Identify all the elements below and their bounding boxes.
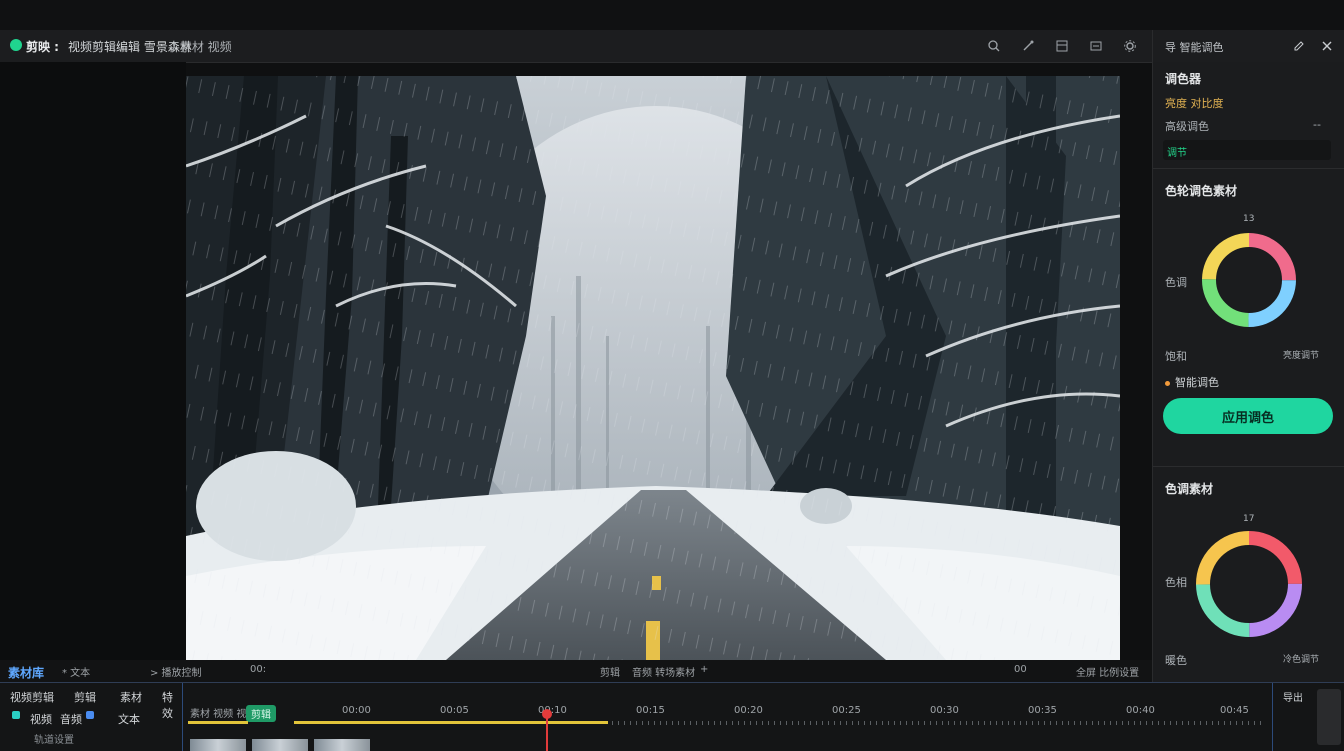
divider xyxy=(1153,168,1344,169)
play-control[interactable]: > 播放控制 xyxy=(150,664,202,679)
wheel2-right-label: 冷色调节 xyxy=(1283,655,1320,665)
clip-thumbnail[interactable] xyxy=(190,739,246,751)
clip-thumbnail[interactable] xyxy=(314,739,370,751)
video-preview[interactable] xyxy=(186,76,1120,660)
tab-video-edit[interactable]: 视频剪辑 xyxy=(10,689,54,705)
adjust-slider[interactable]: 调节 xyxy=(1163,140,1331,160)
wand-icon[interactable] xyxy=(1020,38,1036,54)
ruler-label: 00:20 xyxy=(734,705,763,716)
video-track-icon xyxy=(12,711,20,719)
player-controls: 素材库 * 文本 > 播放控制 00: 剪辑 音频 转场素材 + 00 全屏 比… xyxy=(0,660,1152,682)
app-logo-icon xyxy=(10,39,22,51)
color-wheel-2[interactable] xyxy=(1191,526,1307,642)
timeline-scrollbar[interactable] xyxy=(1317,689,1341,745)
add-control[interactable]: + xyxy=(700,664,708,675)
export-label[interactable]: 导出 xyxy=(1283,689,1303,704)
timeline-right-panel: 导出 xyxy=(1272,683,1344,751)
ruler-label: 00:45 xyxy=(1220,705,1249,716)
export-icon[interactable] xyxy=(1088,38,1104,54)
clip-small-label: 素材 视频 视 xyxy=(190,709,247,720)
tab-material[interactable]: 素材 xyxy=(120,689,142,705)
advanced-value[interactable]: -- xyxy=(1313,118,1321,131)
divider xyxy=(1153,466,1344,467)
tab-edit[interactable]: 剪辑 xyxy=(74,689,96,705)
edit-icon[interactable] xyxy=(1291,38,1307,54)
preview-scene xyxy=(186,76,1120,660)
advanced-label: 高级调色 xyxy=(1165,120,1209,133)
wheel1-bottom-label: 饱和 xyxy=(1165,350,1187,363)
ruler-ticks xyxy=(612,721,1262,725)
right-panel-header-title: 导 智能调色 xyxy=(1165,41,1224,54)
layout-icon[interactable] xyxy=(1054,38,1070,54)
right-panel-header: 导 智能调色 xyxy=(1152,30,1344,62)
ruler-label: 00:40 xyxy=(1126,705,1155,716)
ruler-label: 00:35 xyxy=(1028,705,1057,716)
track-audio[interactable]: 音频 xyxy=(60,711,82,727)
library-title[interactable]: 素材库 xyxy=(8,664,44,681)
ruler-label: 00:00 xyxy=(342,705,371,716)
slider-value: 调节 xyxy=(1167,148,1187,159)
audio-transition-tab[interactable]: 音频 转场素材 xyxy=(632,664,695,679)
clip-bar[interactable] xyxy=(188,721,248,724)
selected-range-bar[interactable] xyxy=(294,721,608,724)
apply-button[interactable]: 应用调色 xyxy=(1163,398,1333,434)
playhead[interactable] xyxy=(542,709,552,751)
app-name: 剪映 : xyxy=(26,40,59,54)
timeline-ruler[interactable]: 素材 视频 视 剪辑 00:00 00:05 00:10 00:15 00:20… xyxy=(184,683,1270,751)
title-bar: 剪映 : 视频剪辑编辑 雪景森林 / 素材 视频 xyxy=(0,30,1344,63)
timeline: 视频剪辑 剪辑 素材 特效 视频 音频 文本 轨道设置 素材 视频 视 剪辑 0… xyxy=(0,682,1344,751)
close-icon[interactable] xyxy=(1319,38,1335,54)
wheel1-right-label: 亮度调节 xyxy=(1283,351,1320,361)
hint-text: 智能调色 xyxy=(1175,376,1219,389)
section-title-tone: 色调素材 xyxy=(1165,482,1214,496)
section-title-adjust: 调色器 xyxy=(1165,72,1202,86)
track-text[interactable]: 文本 xyxy=(118,711,140,727)
color-wheel-1[interactable] xyxy=(1197,228,1301,332)
window-top-strip xyxy=(0,0,1344,30)
track-video[interactable]: 视频 xyxy=(30,711,52,727)
search-icon[interactable] xyxy=(986,38,1002,54)
track-settings[interactable]: 轨道设置 xyxy=(34,731,74,746)
fullscreen-ratio[interactable]: 全屏 比例设置 xyxy=(1076,664,1139,679)
wheel2-top-label: 17 xyxy=(1243,514,1255,524)
clip-tab[interactable]: 剪辑 xyxy=(600,664,620,679)
audio-track-icon xyxy=(86,711,94,719)
left-panel xyxy=(0,62,186,662)
wheel2-left-label: 色相 xyxy=(1165,576,1187,589)
duration: 00 xyxy=(1014,664,1027,675)
tab-effects[interactable]: 特效 xyxy=(162,689,182,721)
section-title-colorwheel: 色轮调色素材 xyxy=(1165,184,1238,198)
wheel1-left-label: 色调 xyxy=(1165,276,1187,289)
clip-thumbnail[interactable] xyxy=(252,739,308,751)
project-path: / 素材 视频 xyxy=(172,40,232,54)
right-panel: 调色器 亮度 对比度 高级调色 -- 调节 色轮调色素材 13 色调 饱和 亮度… xyxy=(1152,62,1344,682)
status-dot-icon xyxy=(1165,380,1170,386)
timeline-track-panel: 视频剪辑 剪辑 素材 特效 视频 音频 文本 轨道设置 xyxy=(0,683,183,751)
ruler-label: 00:15 xyxy=(636,705,665,716)
wheel2-bottom-label: 暖色 xyxy=(1165,654,1187,667)
ruler-label: 00:25 xyxy=(832,705,861,716)
settings-icon[interactable] xyxy=(1122,38,1138,54)
section-subtitle: 亮度 对比度 xyxy=(1165,97,1224,110)
library-sub[interactable]: * 文本 xyxy=(62,664,90,679)
hint-label: 智能调色 xyxy=(1165,374,1219,390)
ruler-label: 00:05 xyxy=(440,705,469,716)
ruler-label: 00:30 xyxy=(930,705,959,716)
clip-tag[interactable]: 剪辑 xyxy=(246,705,276,722)
timecode: 00: xyxy=(250,664,267,675)
wheel1-top-label: 13 xyxy=(1243,214,1255,224)
